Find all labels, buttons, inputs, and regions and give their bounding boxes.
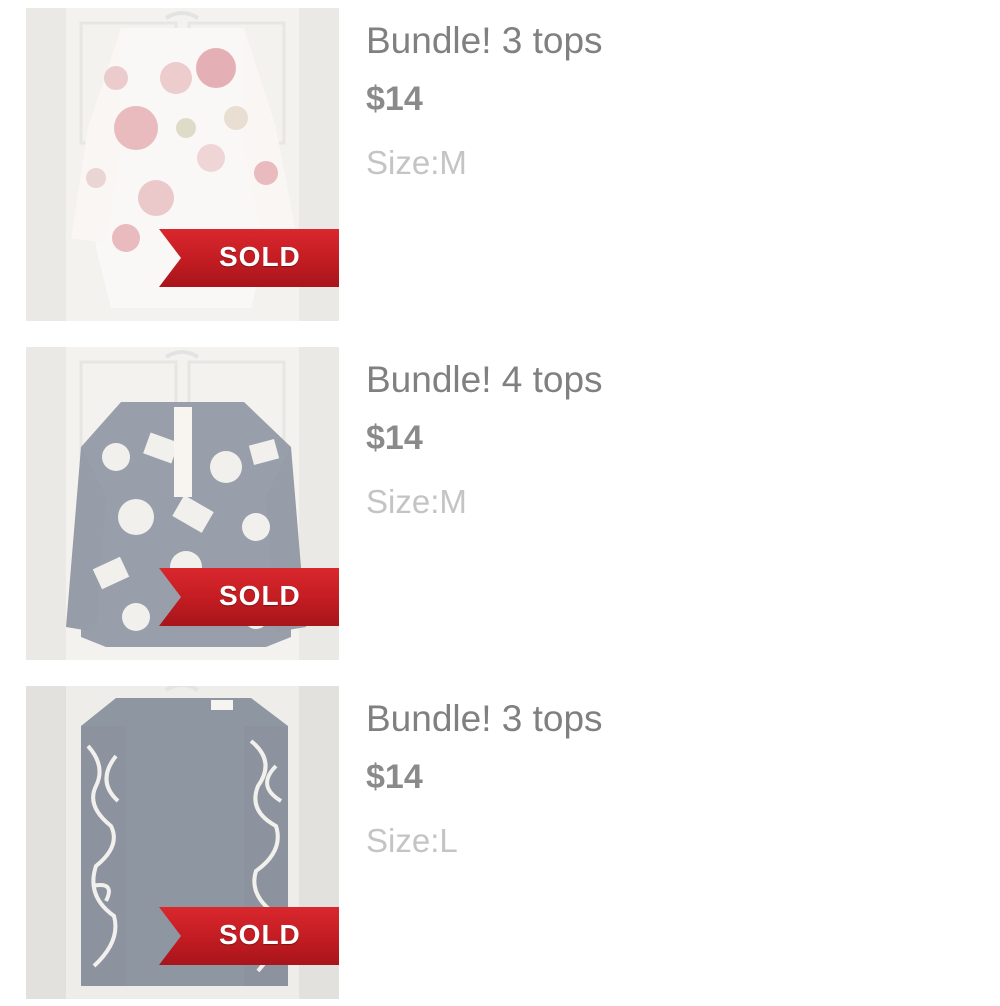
sold-badge-label: SOLD <box>219 241 301 272</box>
listing-title[interactable]: Bundle! 3 tops <box>366 698 603 740</box>
listing-thumbnail[interactable]: SOLD <box>26 8 339 321</box>
listing-title[interactable]: Bundle! 3 tops <box>366 20 603 62</box>
listing-price: $14 <box>366 80 423 118</box>
sold-badge: SOLD <box>159 568 339 626</box>
sold-badge-label: SOLD <box>219 580 301 611</box>
listing-card[interactable]: SOLD Bundle! 3 tops $14 Size:M <box>0 8 1000 328</box>
listing-title[interactable]: Bundle! 4 tops <box>366 359 603 401</box>
sold-badge: SOLD <box>159 907 339 965</box>
listing-size: Size:M <box>366 144 467 181</box>
listing-price: $14 <box>366 419 423 457</box>
listing-thumbnail[interactable]: SOLD <box>26 347 339 660</box>
listing-thumbnail[interactable]: SOLD <box>26 686 339 999</box>
listing-size: Size:M <box>366 483 467 520</box>
sold-badge-label: SOLD <box>219 919 301 950</box>
listing-size: Size:L <box>366 822 458 859</box>
listing-card[interactable]: SOLD Bundle! 4 tops $14 Size:M <box>0 347 1000 667</box>
sold-badge: SOLD <box>159 229 339 287</box>
listing-card[interactable]: SOLD Bundle! 3 tops $14 Size:L <box>0 686 1000 1006</box>
listing-price: $14 <box>366 758 423 796</box>
